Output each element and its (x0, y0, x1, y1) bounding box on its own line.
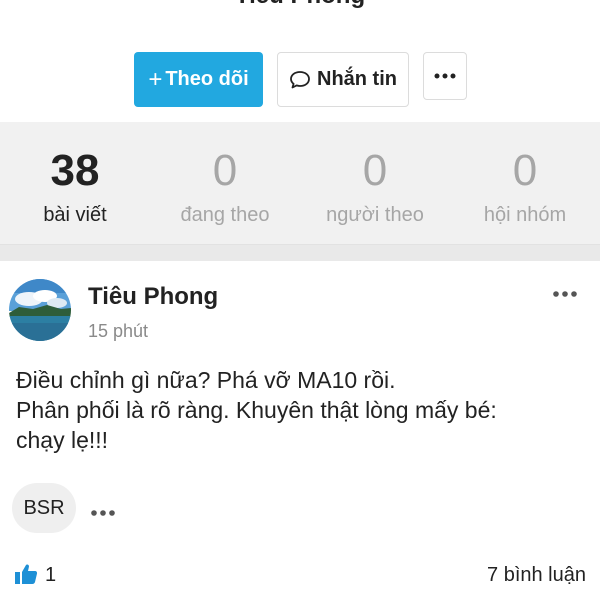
post-line: Điều chỉnh gì nữa? Phá vỡ MA10 rồi. (16, 367, 396, 393)
post-card: Tiêu Phong 15 phút Điều chỉnh gì nữa? Ph… (0, 261, 600, 600)
avatar-image (9, 279, 71, 341)
follow-button[interactable]: + Theo dõi (134, 52, 263, 107)
profile-name: Tiêu Phong (0, 0, 600, 10)
message-button[interactable]: Nhắn tin (277, 52, 409, 107)
post-options-button[interactable] (552, 285, 578, 303)
comment-count[interactable]: 7 bình luận (487, 564, 586, 587)
more-options-button[interactable] (423, 52, 467, 100)
tag-more-button[interactable] (90, 504, 116, 522)
stock-tag[interactable]: BSR (12, 483, 76, 533)
stat-groups-count: 0 (512, 146, 538, 195)
stat-groups-label: hội nhóm (483, 204, 567, 226)
thumbs-up-icon (15, 564, 38, 584)
plus-icon: + (148, 65, 163, 93)
stat-following-label: đang theo (180, 204, 270, 226)
profile-stats: 38 bài viết 0 đang theo 0 người theo 0 h… (0, 122, 600, 245)
stat-following[interactable]: 0 đang theo (150, 122, 300, 244)
like-count: 1 (45, 564, 57, 586)
message-label: Nhắn tin (317, 68, 397, 90)
post-author[interactable]: Tiêu Phong (88, 283, 218, 311)
section-divider (0, 245, 600, 261)
follow-label: Theo dõi (165, 68, 249, 90)
stat-followers-count: 0 (362, 146, 388, 195)
post-time: 15 phút (88, 321, 149, 341)
avatar[interactable] (9, 279, 71, 341)
stat-posts-count: 38 (50, 146, 100, 195)
post-content: Điều chỉnh gì nữa? Phá vỡ MA10 rồi. Phân… (16, 365, 586, 455)
like-button[interactable] (14, 563, 38, 590)
stat-followers-label: người theo (326, 204, 424, 226)
more-horizontal-icon (91, 510, 115, 516)
stat-followers[interactable]: 0 người theo (300, 122, 450, 244)
post-line: Phân phối là rõ ràng. Khuyên thật lòng m… (16, 397, 497, 423)
more-horizontal-icon (434, 73, 456, 79)
profile-actions: + Theo dõi Nhắn tin (134, 52, 467, 107)
stat-groups[interactable]: 0 hội nhóm (450, 122, 600, 244)
chat-bubble-icon (290, 70, 310, 88)
stat-posts[interactable]: 38 bài viết (0, 122, 150, 244)
more-horizontal-icon (553, 291, 577, 297)
stat-posts-label: bài viết (43, 204, 107, 226)
stat-following-count: 0 (212, 146, 238, 195)
post-line: chạy lẹ!!! (16, 427, 109, 453)
